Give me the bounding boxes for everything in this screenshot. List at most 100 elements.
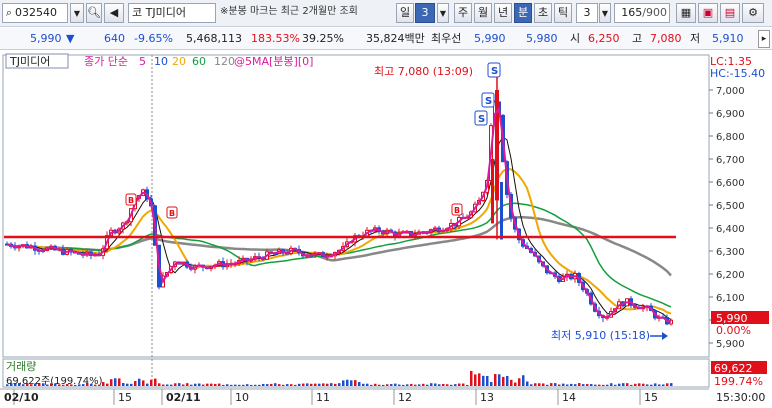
x-tick-label: 11 bbox=[316, 391, 330, 404]
price-tick-label: 5,900 bbox=[716, 339, 745, 350]
volume-bar bbox=[394, 383, 397, 386]
volume-bar bbox=[442, 383, 445, 386]
legend-stock-name: TJ미디어 bbox=[9, 55, 50, 68]
expand-icon[interactable]: ▸ bbox=[758, 30, 770, 48]
volume-bar bbox=[426, 384, 429, 386]
x-tick-label: 12 bbox=[398, 391, 412, 404]
volume-bar bbox=[314, 383, 317, 386]
volume-bar bbox=[662, 384, 665, 386]
volume-bar bbox=[670, 383, 673, 386]
volume-bar bbox=[154, 378, 157, 386]
volume-bar bbox=[430, 383, 433, 386]
search-button[interactable]: 🔍︎ bbox=[86, 3, 102, 23]
volume-bar bbox=[490, 381, 493, 386]
volume-bar bbox=[346, 379, 349, 386]
indicator-button[interactable]: ▤ bbox=[720, 3, 740, 23]
candlestick-chart[interactable]: SSSBB B TJ미디어 종가 단순 5 10 20 60 120 @5MA[분… bbox=[0, 51, 772, 405]
legend-ma5: 5 bbox=[139, 55, 146, 68]
volume-bar bbox=[386, 384, 389, 386]
period-unit-label[interactable]: 일 bbox=[396, 3, 414, 23]
volume-bar bbox=[606, 384, 609, 386]
volume-bar bbox=[574, 384, 577, 386]
legend-ma20: 20 bbox=[172, 55, 186, 68]
period-dropdown-button[interactable]: ▼ bbox=[437, 3, 449, 23]
interval-input[interactable]: 3 bbox=[576, 3, 598, 23]
volume-bar bbox=[562, 383, 565, 386]
tab-year[interactable]: 년 bbox=[494, 3, 512, 23]
low-annotation: 최저 5,910 (15:18) bbox=[551, 329, 650, 342]
stock-name-field[interactable]: 코 TJ미디어 bbox=[128, 3, 216, 23]
volume-bar bbox=[266, 384, 269, 386]
volume-bar bbox=[618, 383, 621, 386]
volume-bar bbox=[634, 383, 637, 386]
volume-bar bbox=[362, 383, 365, 386]
candle-body bbox=[500, 182, 503, 240]
tab-second[interactable]: 초 bbox=[534, 3, 552, 23]
sell-signal-icon-glyph: S bbox=[491, 66, 498, 77]
volume-bar bbox=[242, 384, 245, 386]
bid-price: 5,980 bbox=[526, 32, 558, 45]
legend-ma-label: 종가 단순 bbox=[84, 55, 128, 68]
high-label: 고 bbox=[632, 32, 643, 45]
x-tick-label: 14 bbox=[562, 391, 576, 404]
volume-rate-tag: 199.74% bbox=[714, 375, 763, 388]
volume-bar bbox=[554, 383, 557, 386]
volume-bar bbox=[526, 381, 529, 386]
code-dropdown-button[interactable]: ▼ bbox=[70, 3, 84, 23]
volume-bar bbox=[650, 384, 653, 386]
period-value[interactable]: 3 bbox=[415, 3, 435, 23]
volume-bar bbox=[366, 383, 369, 386]
volume-title: 거래량 bbox=[6, 360, 36, 373]
volume-bar bbox=[230, 384, 233, 386]
volume-bar bbox=[298, 383, 301, 386]
best-quote-label: 최우선 bbox=[431, 32, 462, 45]
stock-code-value: 032540 bbox=[15, 6, 57, 19]
tab-tick[interactable]: 틱 bbox=[554, 3, 572, 23]
volume-bar bbox=[558, 384, 561, 386]
save-button[interactable]: ▣ bbox=[698, 3, 718, 23]
hc-label: HC:-15.40 bbox=[710, 67, 765, 80]
volume-bar bbox=[630, 384, 633, 386]
sound-button[interactable]: ◀ bbox=[104, 3, 124, 23]
count-field[interactable]: 165/900 bbox=[614, 3, 670, 23]
change-value: 640 bbox=[104, 32, 125, 45]
price-tick-label: 6,600 bbox=[716, 178, 745, 189]
settings-button[interactable]: ⚙ bbox=[742, 3, 764, 23]
chart-area[interactable]: SSSBBB TJ미디어 종가 단순 5 10 20 60 120 @5MA[분… bbox=[0, 51, 772, 405]
volume-bar bbox=[534, 383, 537, 386]
volume-bar bbox=[354, 380, 357, 386]
volume-bar bbox=[598, 384, 601, 386]
volume-bar bbox=[126, 383, 129, 386]
volume-bar bbox=[626, 383, 629, 386]
volume-bar bbox=[186, 383, 189, 386]
interval-dropdown-button[interactable]: ▼ bbox=[599, 3, 611, 23]
high-annotation: 최고 7,080 (13:09) bbox=[374, 65, 473, 78]
volume-bar bbox=[290, 384, 293, 386]
x-tick-label: 02/10 bbox=[4, 391, 39, 404]
tab-minute[interactable]: 분 bbox=[514, 3, 532, 23]
tab-month[interactable]: 월 bbox=[474, 3, 492, 23]
change-rate: -9.65% bbox=[134, 32, 173, 45]
tab-week[interactable]: 주 bbox=[454, 3, 472, 23]
volume-bar bbox=[382, 384, 385, 386]
volume-bar bbox=[422, 383, 425, 386]
volume-bar bbox=[610, 383, 613, 386]
volume-bar bbox=[502, 376, 505, 386]
volume-bar bbox=[166, 384, 169, 386]
volume-bar bbox=[342, 380, 345, 386]
volume-bar bbox=[138, 378, 141, 386]
volume-bar bbox=[278, 384, 281, 386]
volume-bar bbox=[434, 383, 437, 386]
price-tick-label: 6,300 bbox=[716, 247, 745, 258]
stock-code-field[interactable]: ⌕ 032540 bbox=[2, 3, 68, 23]
volume-bar bbox=[286, 384, 289, 386]
volume-bar bbox=[130, 383, 133, 386]
grid-settings-button[interactable]: ▦ bbox=[676, 3, 696, 23]
volume-bar bbox=[158, 383, 161, 386]
volume-bar bbox=[238, 384, 241, 386]
current-price: 5,990 bbox=[30, 32, 62, 45]
volume-bar bbox=[250, 384, 253, 386]
volume-bar bbox=[262, 383, 265, 386]
volume-bar bbox=[122, 383, 125, 386]
gear-icon: ⚙ bbox=[748, 6, 758, 19]
